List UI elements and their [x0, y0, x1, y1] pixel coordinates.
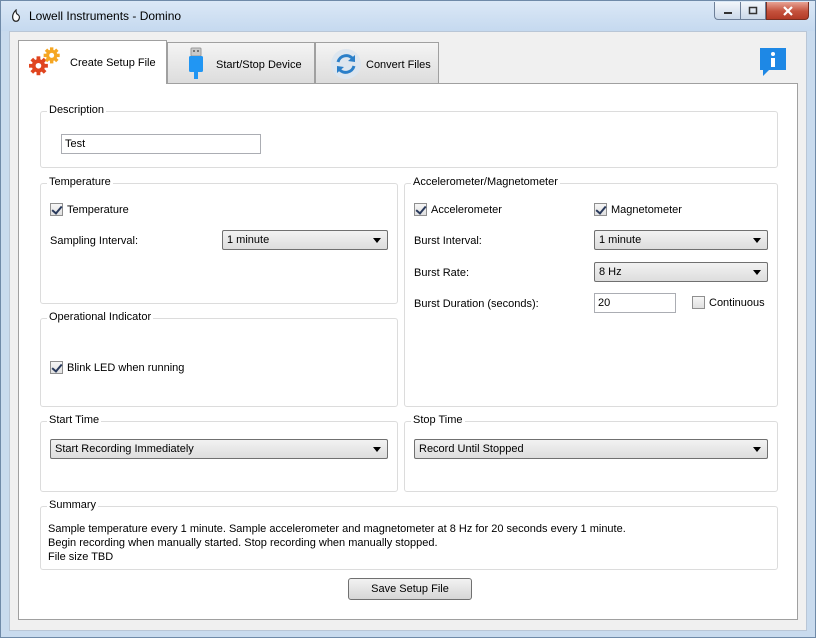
temperature-title: Temperature [47, 176, 113, 188]
maximize-button[interactable] [740, 2, 766, 20]
temperature-group: Temperature Temperature Sampling Interva… [40, 176, 398, 304]
app-window: Lowell Instruments - Domino Create Setup… [0, 0, 816, 638]
sampling-interval-label: Sampling Interval: [50, 235, 139, 247]
window-title: Lowell Instruments - Domino [29, 9, 182, 23]
summary-line-2: Begin recording when manually started. S… [48, 537, 438, 549]
sampling-interval-value: 1 minute [227, 234, 270, 246]
chevron-down-icon [753, 238, 761, 243]
operational-indicator-title: Operational Indicator [47, 311, 154, 323]
tab-convert-files[interactable]: Convert Files [315, 42, 439, 84]
description-title: Description [47, 104, 107, 116]
tab-label: Convert Files [366, 59, 431, 71]
burst-interval-value: 1 minute [599, 234, 642, 246]
sampling-interval-select[interactable]: 1 minute [222, 230, 388, 250]
description-group: Description Test [40, 104, 778, 168]
accelerometer-magnetometer-title: Accelerometer/Magnetometer [411, 176, 560, 188]
start-time-select[interactable]: Start Recording Immediately [50, 439, 388, 459]
close-button[interactable] [766, 2, 809, 20]
tab-label: Create Setup File [70, 57, 156, 69]
stop-time-group: Stop Time Record Until Stopped [404, 414, 778, 492]
gears-icon [29, 47, 60, 76]
chevron-down-icon [753, 270, 761, 275]
burst-duration-label: Burst Duration (seconds): [414, 298, 539, 310]
maximize-icon [748, 6, 758, 15]
blink-led-checkbox[interactable] [50, 361, 63, 374]
window-controls [714, 2, 809, 20]
usb-icon [189, 47, 203, 79]
temperature-checkbox[interactable] [50, 203, 63, 216]
stop-time-value: Record Until Stopped [419, 443, 524, 455]
start-time-value: Start Recording Immediately [55, 443, 194, 455]
burst-rate-value: 8 Hz [599, 266, 622, 278]
burst-interval-label: Burst Interval: [414, 235, 482, 247]
start-time-group: Start Time Start Recording Immediately [40, 414, 398, 492]
summary-line-3: File size TBD [48, 551, 114, 563]
continuous-label: Continuous [709, 297, 765, 309]
description-input[interactable]: Test [61, 134, 261, 154]
save-setup-file-button[interactable]: Save Setup File [348, 578, 472, 600]
tab-label: Start/Stop Device [216, 59, 302, 71]
magnetometer-checkbox[interactable] [594, 203, 607, 216]
summary-title: Summary [47, 499, 99, 511]
info-icon[interactable] [758, 46, 788, 78]
burst-interval-select[interactable]: 1 minute [594, 230, 768, 250]
chevron-down-icon [753, 447, 761, 452]
chevron-down-icon [373, 447, 381, 452]
burst-duration-input[interactable]: 20 [594, 293, 676, 313]
setup-panel: Description Test Temperature Temperature… [18, 83, 798, 620]
burst-rate-select[interactable]: 8 Hz [594, 262, 768, 282]
start-time-title: Start Time [47, 414, 102, 426]
minimize-icon [723, 11, 732, 14]
app-icon [12, 9, 20, 22]
accelerometer-magnetometer-group: Accelerometer/Magnetometer Accelerometer… [404, 176, 778, 407]
temperature-checkbox-label: Temperature [67, 204, 129, 216]
minimize-button[interactable] [714, 2, 740, 20]
operational-indicator-group: Operational Indicator Blink LED when run… [40, 311, 398, 407]
stop-time-select[interactable]: Record Until Stopped [414, 439, 768, 459]
chevron-down-icon [373, 238, 381, 243]
blink-led-label: Blink LED when running [67, 362, 185, 374]
stop-time-title: Stop Time [411, 414, 465, 426]
tab-start-stop-device[interactable]: Start/Stop Device [167, 42, 315, 84]
summary-line-1: Sample temperature every 1 minute. Sampl… [48, 523, 626, 535]
accelerometer-checkbox[interactable] [414, 203, 427, 216]
burst-rate-label: Burst Rate: [414, 267, 470, 279]
tab-create-setup-file[interactable]: Create Setup File [18, 40, 167, 84]
magnetometer-label: Magnetometer [611, 204, 682, 216]
accelerometer-label: Accelerometer [431, 204, 502, 216]
close-icon [782, 5, 793, 16]
client-area: Create Setup File Start/Stop Device Conv… [9, 31, 807, 631]
continuous-checkbox[interactable] [692, 296, 705, 309]
summary-group: Summary Sample temperature every 1 minut… [40, 499, 778, 570]
title-bar[interactable]: Lowell Instruments - Domino [1, 1, 815, 31]
sync-icon [331, 49, 361, 79]
